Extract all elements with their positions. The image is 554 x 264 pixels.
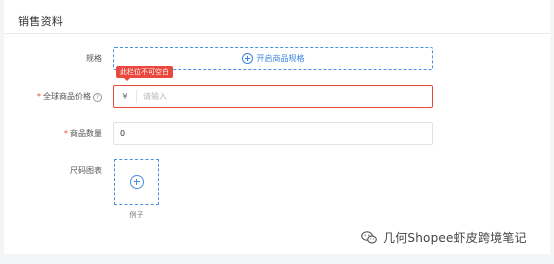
price-label: * 全球商品价格?: [0, 91, 102, 103]
section-divider: [4, 33, 550, 34]
quantity-label: * 商品数量: [64, 129, 102, 138]
spec-label: 规格: [86, 54, 102, 63]
section-title: 销售资料: [18, 15, 64, 28]
watermark-text: 几何Shopee虾皮跨境笔记: [383, 231, 527, 245]
watermark: 几何Shopee虾皮跨境笔记: [361, 229, 527, 246]
size-chart-label: 尺码图表: [70, 166, 102, 175]
required-mark: *: [37, 92, 41, 101]
help-icon[interactable]: ?: [93, 93, 102, 102]
price-error-tooltip: 此栏位不可空白: [116, 66, 173, 81]
required-mark: *: [64, 129, 68, 138]
quantity-input[interactable]: [120, 123, 420, 144]
enable-spec-label: 开启商品规格: [256, 54, 305, 63]
quantity-input-group: [113, 122, 433, 145]
currency-symbol: ¥: [114, 90, 137, 103]
add-image-icon: [129, 175, 144, 189]
example-link[interactable]: 例子: [114, 210, 159, 220]
sales-info-card: 销售资料 规格 开启商品规格 此栏位不可空白 *全球商品价格? ¥ *商品数量 …: [4, 0, 550, 254]
size-chart-upload[interactable]: [114, 159, 159, 205]
price-input-group: ¥: [113, 85, 433, 108]
plus-circle-icon: [241, 53, 253, 64]
wechat-logo-icon: [361, 231, 377, 244]
price-input[interactable]: [143, 86, 423, 107]
